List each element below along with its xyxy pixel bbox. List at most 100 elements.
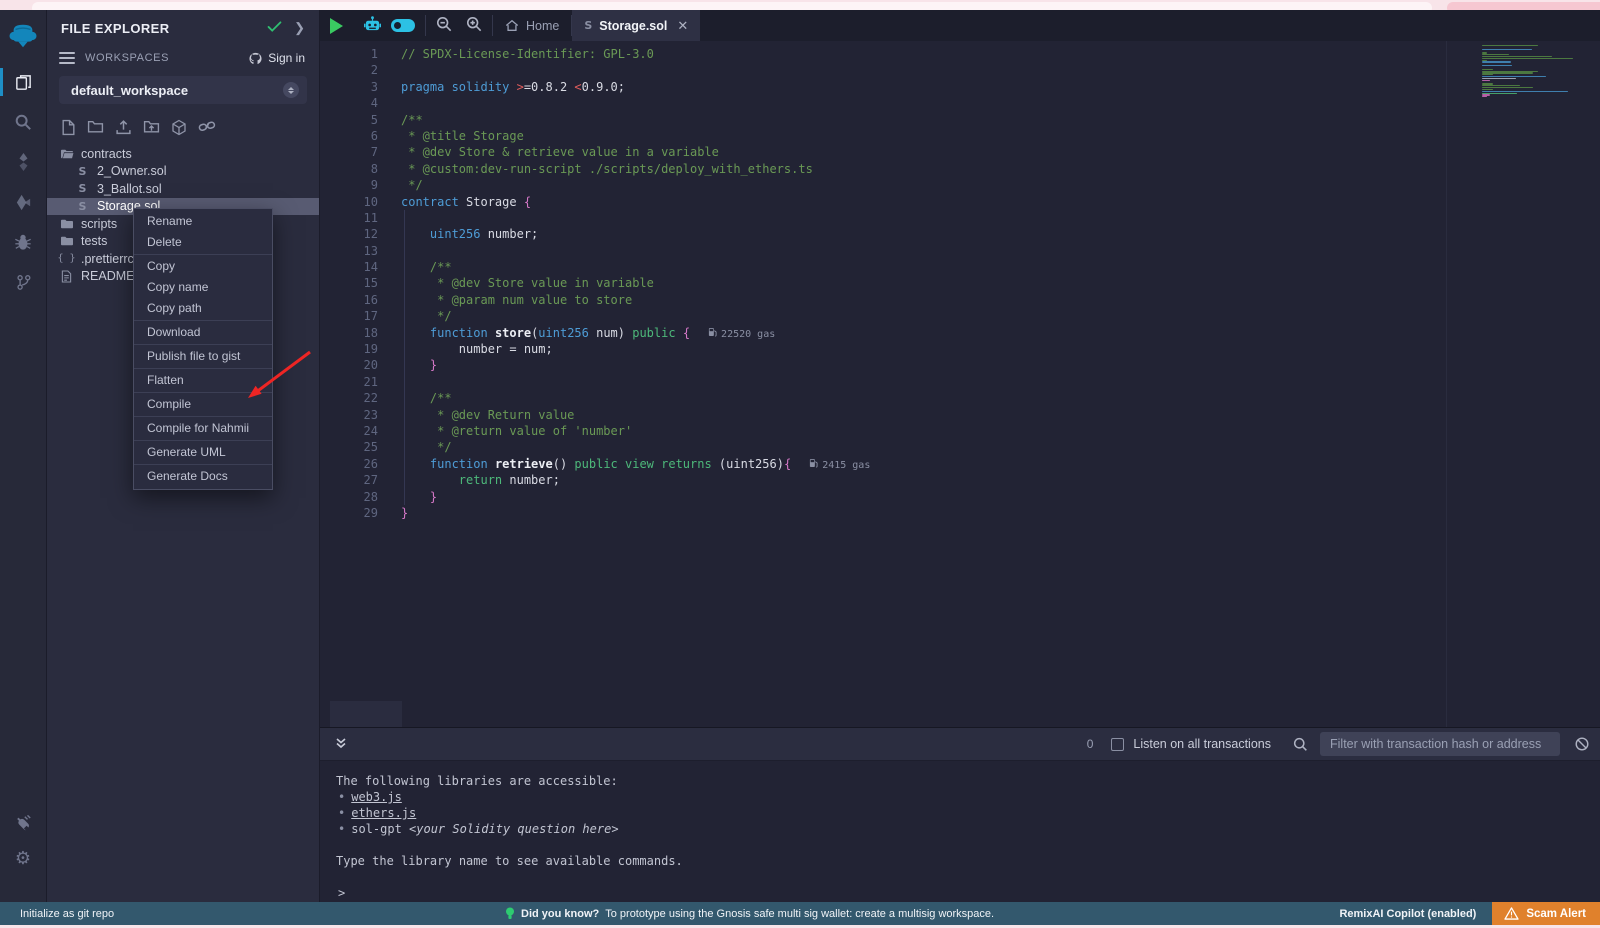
sidebar-item-plugin-manager-icon[interactable]	[0, 806, 47, 840]
context-menu-item-delete[interactable]: Delete	[134, 232, 272, 253]
browser-top-edge	[0, 0, 1600, 10]
terminal-line: •sol-gpt <your Solidity question here>	[336, 821, 1600, 837]
code-line: 4	[320, 95, 1470, 111]
line-number: 15	[320, 275, 378, 291]
file-tree-item-3-ballot-sol[interactable]: S3_Ballot.sol	[47, 180, 319, 198]
close-tab-icon[interactable]: ✕	[677, 18, 688, 34]
tab-home[interactable]: Home	[493, 10, 571, 41]
terminal-toolbar: 0 Listen on all transactions	[320, 728, 1600, 761]
line-number: 23	[320, 407, 378, 423]
clear-console-icon[interactable]	[1574, 736, 1590, 752]
terminal-body[interactable]: The following libraries are accessible:•…	[320, 761, 1600, 902]
context-menu-item-compile-for-nahmii[interactable]: Compile for Nahmii	[134, 418, 272, 439]
new-file-icon[interactable]	[61, 119, 76, 136]
sidebar-item-git-icon[interactable]	[0, 262, 47, 302]
sidebar-item-file-explorer[interactable]	[0, 62, 47, 102]
upload-folder-icon[interactable]	[143, 119, 160, 136]
code-line: 27 return number;	[320, 472, 1470, 488]
tip-bold: Did you know?	[521, 908, 599, 920]
gas-pump-icon	[708, 327, 717, 343]
browser-omnibox-sliver	[32, 2, 1432, 10]
editor-area: Home S Storage.sol ✕ 1// SPDX-License-Id…	[320, 10, 1600, 902]
file-tree-item-2-owner-sol[interactable]: S2_Owner.sol	[47, 163, 319, 181]
context-menu-item-copy-name[interactable]: Copy name	[134, 277, 272, 298]
context-menu-item-publish-file-to-gist[interactable]: Publish file to gist	[134, 346, 272, 367]
import-link-icon[interactable]	[198, 119, 216, 136]
listen-transactions-checkbox[interactable]	[1111, 738, 1124, 751]
scam-alert-label: Scam Alert	[1526, 908, 1586, 920]
context-menu-item-flatten[interactable]: Flatten	[134, 370, 272, 391]
workspace-name: default_workspace	[71, 83, 283, 98]
code-line: 15 * @dev Store value in variable	[320, 275, 1470, 291]
code-line: 13	[320, 243, 1470, 259]
code-line: 16 * @param num value to store	[320, 292, 1470, 308]
ipfs-box-icon[interactable]	[171, 119, 187, 136]
library-link[interactable]: ethers.js	[351, 806, 416, 820]
ai-robot-icon[interactable]	[363, 16, 382, 36]
panel-title: FILE EXPLORER	[61, 21, 267, 36]
workspaces-menu-icon[interactable]	[59, 49, 75, 67]
folder-icon	[59, 235, 74, 247]
line-number: 18	[320, 325, 378, 341]
context-menu-divider	[134, 368, 272, 369]
upload-file-icon[interactable]	[115, 119, 132, 136]
line-number: 26	[320, 456, 378, 472]
tab-storage-sol[interactable]: S Storage.sol ✕	[572, 10, 700, 41]
tab-bar: Home S Storage.sol ✕	[320, 10, 1600, 41]
sidebar-item-search-icon[interactable]	[0, 102, 47, 142]
context-menu-item-generate-docs[interactable]: Generate Docs	[134, 466, 272, 487]
did-you-know-tip: Did you know? To prototype using the Gno…	[505, 907, 994, 921]
file-explorer-toolbar	[47, 104, 319, 145]
expand-terminal-icon[interactable]	[334, 736, 348, 753]
context-menu-item-compile[interactable]: Compile	[134, 394, 272, 415]
sign-in-button[interactable]: Sign in	[248, 51, 305, 65]
run-script-play-icon[interactable]	[330, 18, 343, 34]
line-number: 11	[320, 210, 378, 226]
line-number: 12	[320, 226, 378, 242]
line-number: 4	[320, 95, 378, 111]
zoom-out-icon[interactable]	[436, 16, 452, 35]
code-line: 17 */	[320, 308, 1470, 324]
editor-scroll-stub	[330, 701, 402, 727]
context-menu-item-generate-uml[interactable]: Generate UML	[134, 442, 272, 463]
zoom-in-icon[interactable]	[466, 16, 482, 35]
file-tree-item-contracts[interactable]: contracts	[47, 145, 319, 163]
sidebar-item-solidity-compiler-icon[interactable]	[0, 142, 47, 182]
context-menu-divider	[134, 344, 272, 345]
line-number: 20	[320, 357, 378, 373]
terminal-search-icon[interactable]	[1293, 737, 1308, 752]
library-link[interactable]: web3.js	[351, 790, 402, 804]
code-editor[interactable]: 1// SPDX-License-Identifier: GPL-3.023pr…	[320, 41, 1600, 727]
code-line: 18 function store(uint256 num) public {2…	[320, 325, 1470, 341]
sidebar-item-debugger-icon[interactable]	[0, 222, 47, 262]
transaction-filter-input[interactable]	[1320, 732, 1560, 756]
context-menu-item-rename[interactable]: Rename	[134, 211, 272, 232]
context-menu-divider	[134, 464, 272, 465]
sidebar-item-settings-icon[interactable]: ⚙	[0, 840, 47, 876]
scam-alert-button[interactable]: Scam Alert	[1492, 902, 1600, 925]
new-folder-icon[interactable]	[87, 119, 104, 136]
chevron-right-icon[interactable]: ❯	[294, 20, 305, 36]
init-git-repo-button[interactable]: Initialize as git repo	[20, 908, 114, 920]
code-line: 26 function retrieve() public view retur…	[320, 456, 1470, 472]
line-number: 25	[320, 439, 378, 455]
line-number: 10	[320, 194, 378, 210]
copilot-status[interactable]: RemixAI Copilot (enabled)	[1339, 908, 1476, 920]
context-menu-item-download[interactable]: Download	[134, 322, 272, 343]
tip-text: To prototype using the Gnosis safe multi…	[605, 908, 994, 920]
terminal-output: The following libraries are accessible:•…	[336, 773, 1600, 869]
ai-copilot-toggle[interactable]	[391, 19, 415, 32]
context-menu: RenameDelete CopyCopy nameCopy path Downlo…	[133, 208, 273, 490]
line-number: 3	[320, 79, 378, 95]
code-line: 8 * @custom:dev-run-script ./scripts/dep…	[320, 161, 1470, 177]
context-menu-item-copy-path[interactable]: Copy path	[134, 298, 272, 319]
code-line: 28 }	[320, 489, 1470, 505]
remix-logo-icon[interactable]	[0, 10, 47, 62]
sidebar-item-deploy-run-icon[interactable]	[0, 182, 47, 222]
workspace-select[interactable]: default_workspace	[59, 76, 307, 104]
minimap[interactable]	[1482, 45, 1588, 98]
context-menu-item-copy[interactable]: Copy	[134, 256, 272, 277]
code-line: 3pragma solidity >=0.8.2 <0.9.0;	[320, 79, 1470, 95]
terminal-prompt[interactable]: >	[338, 885, 345, 901]
context-menu-divider	[134, 416, 272, 417]
